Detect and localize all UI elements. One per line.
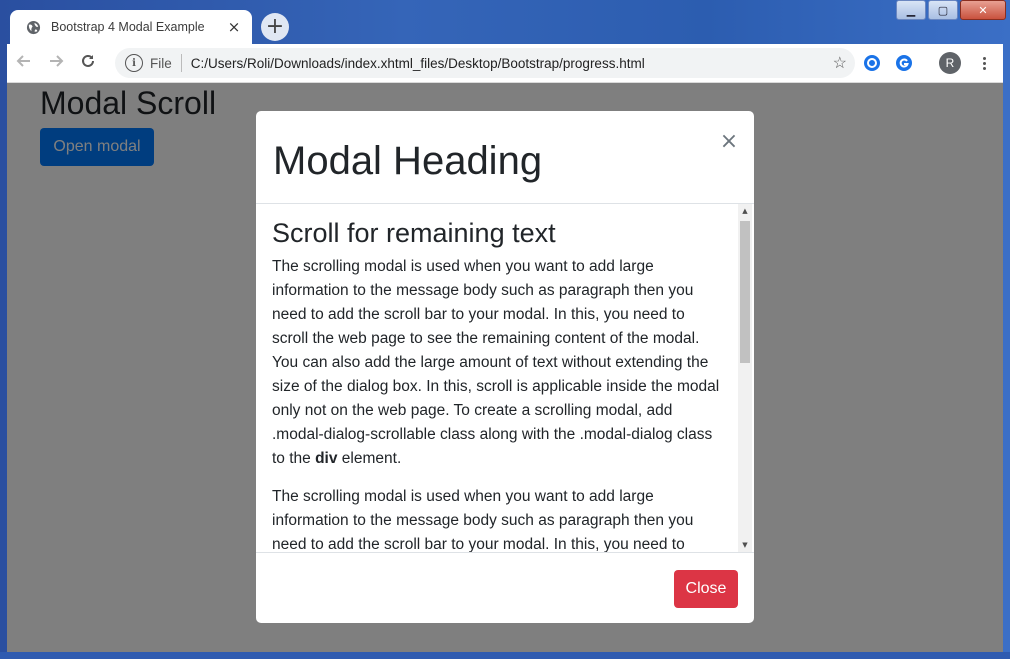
window-controls: ▁ ▢ ✕: [896, 0, 1006, 20]
close-icon[interactable]: ×: [718, 129, 740, 154]
reload-icon: [80, 53, 96, 74]
close-button[interactable]: Close: [674, 570, 738, 608]
address-scheme-label: File: [150, 55, 172, 71]
address-separator: [180, 54, 182, 72]
info-icon[interactable]: i: [125, 54, 143, 72]
scroll-up-icon[interactable]: ▲: [738, 204, 752, 218]
tab-close-icon[interactable]: ×: [224, 17, 244, 37]
maximize-button[interactable]: ▢: [928, 0, 958, 20]
forward-button[interactable]: [41, 48, 71, 78]
extension-icon-a[interactable]: [861, 52, 883, 74]
body-heading: Scroll for remaining text: [272, 218, 556, 248]
modal-dialog: Modal Heading × Scroll for remaining tex…: [256, 111, 754, 623]
scroll-down-icon[interactable]: ▼: [738, 538, 752, 552]
body-paragraph-1: The scrolling modal is used when you wan…: [272, 258, 720, 468]
scroll-thumb[interactable]: [740, 221, 750, 363]
reload-button[interactable]: [73, 48, 103, 78]
browser-window: Bootstrap 4 Modal Example × + ▁ ▢ ✕ i Fi…: [0, 0, 1010, 659]
globe-icon: [25, 19, 41, 35]
modal-heading: Modal Heading: [273, 139, 543, 183]
modal-body: Scroll for remaining text The scrolling …: [256, 204, 754, 552]
modal-header: Modal Heading ×: [256, 111, 754, 204]
window-bottom-border: [0, 652, 1010, 659]
menu-icon[interactable]: [974, 52, 994, 74]
address-url[interactable]: C:/Users/Roli/Downloads/index.xhtml_file…: [191, 56, 645, 71]
profile-avatar[interactable]: R: [939, 52, 961, 74]
modal-scrollbar[interactable]: ▲ ▼: [738, 204, 752, 552]
body-paragraph-2: The scrolling modal is used when you wan…: [272, 488, 694, 552]
browser-toolbar: i File C:/Users/Roli/Downloads/index.xht…: [7, 44, 1003, 83]
page-viewport: Modal Scroll Open modal Modal Heading × …: [7, 83, 1003, 652]
extension-icon-g[interactable]: [893, 52, 915, 74]
arrow-right-icon: [48, 53, 64, 74]
arrow-left-icon: [16, 53, 32, 74]
div-keyword: div: [315, 450, 338, 468]
window-close-button[interactable]: ✕: [960, 0, 1006, 20]
title-bar: Bootstrap 4 Modal Example × + ▁ ▢ ✕: [0, 0, 1010, 44]
new-tab-button[interactable]: +: [261, 13, 289, 41]
modal-footer: Close: [256, 552, 754, 624]
tab-title: Bootstrap 4 Modal Example: [51, 20, 205, 34]
back-button[interactable]: [9, 48, 39, 78]
browser-tab[interactable]: Bootstrap 4 Modal Example ×: [10, 10, 252, 44]
star-icon[interactable]: ☆: [833, 53, 847, 73]
minimize-button[interactable]: ▁: [896, 0, 926, 20]
address-bar[interactable]: i File C:/Users/Roli/Downloads/index.xht…: [115, 48, 855, 78]
